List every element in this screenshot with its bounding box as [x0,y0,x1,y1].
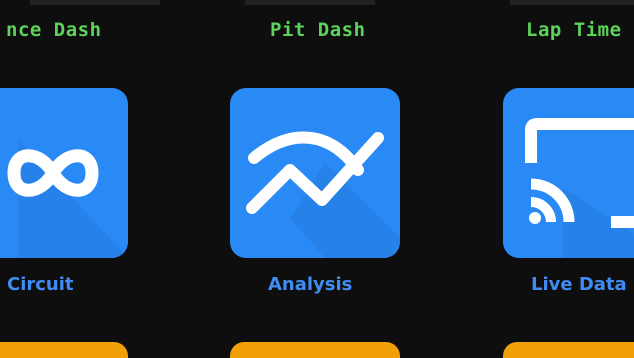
analysis-label: Analysis [268,274,353,295]
top-divider [245,0,375,5]
live-data-app-tile[interactable] [503,88,634,258]
label-lap-timer[interactable]: Lap Time [526,19,622,41]
label-pit-dash[interactable]: Pit Dash [270,19,366,41]
circuit-app-tile[interactable] [0,88,128,258]
label-performance-dash[interactable]: nce Dash [6,19,102,41]
circuit-label: Circuit [7,274,74,295]
trend-chart-icon [246,131,400,258]
bottom-app-tile-center[interactable] [230,342,400,358]
infinity-icon [7,140,128,258]
top-divider [510,0,634,5]
bottom-app-tile-left[interactable] [0,342,128,358]
app-launcher-screen: nce Dash Pit Dash Lap Time Circuit Analy… [0,0,634,358]
analysis-app-tile[interactable] [230,88,400,258]
top-divider [30,0,160,5]
live-data-label: Live Data [531,274,627,295]
cast-icon [525,118,634,258]
bottom-app-tile-right[interactable] [503,342,634,358]
